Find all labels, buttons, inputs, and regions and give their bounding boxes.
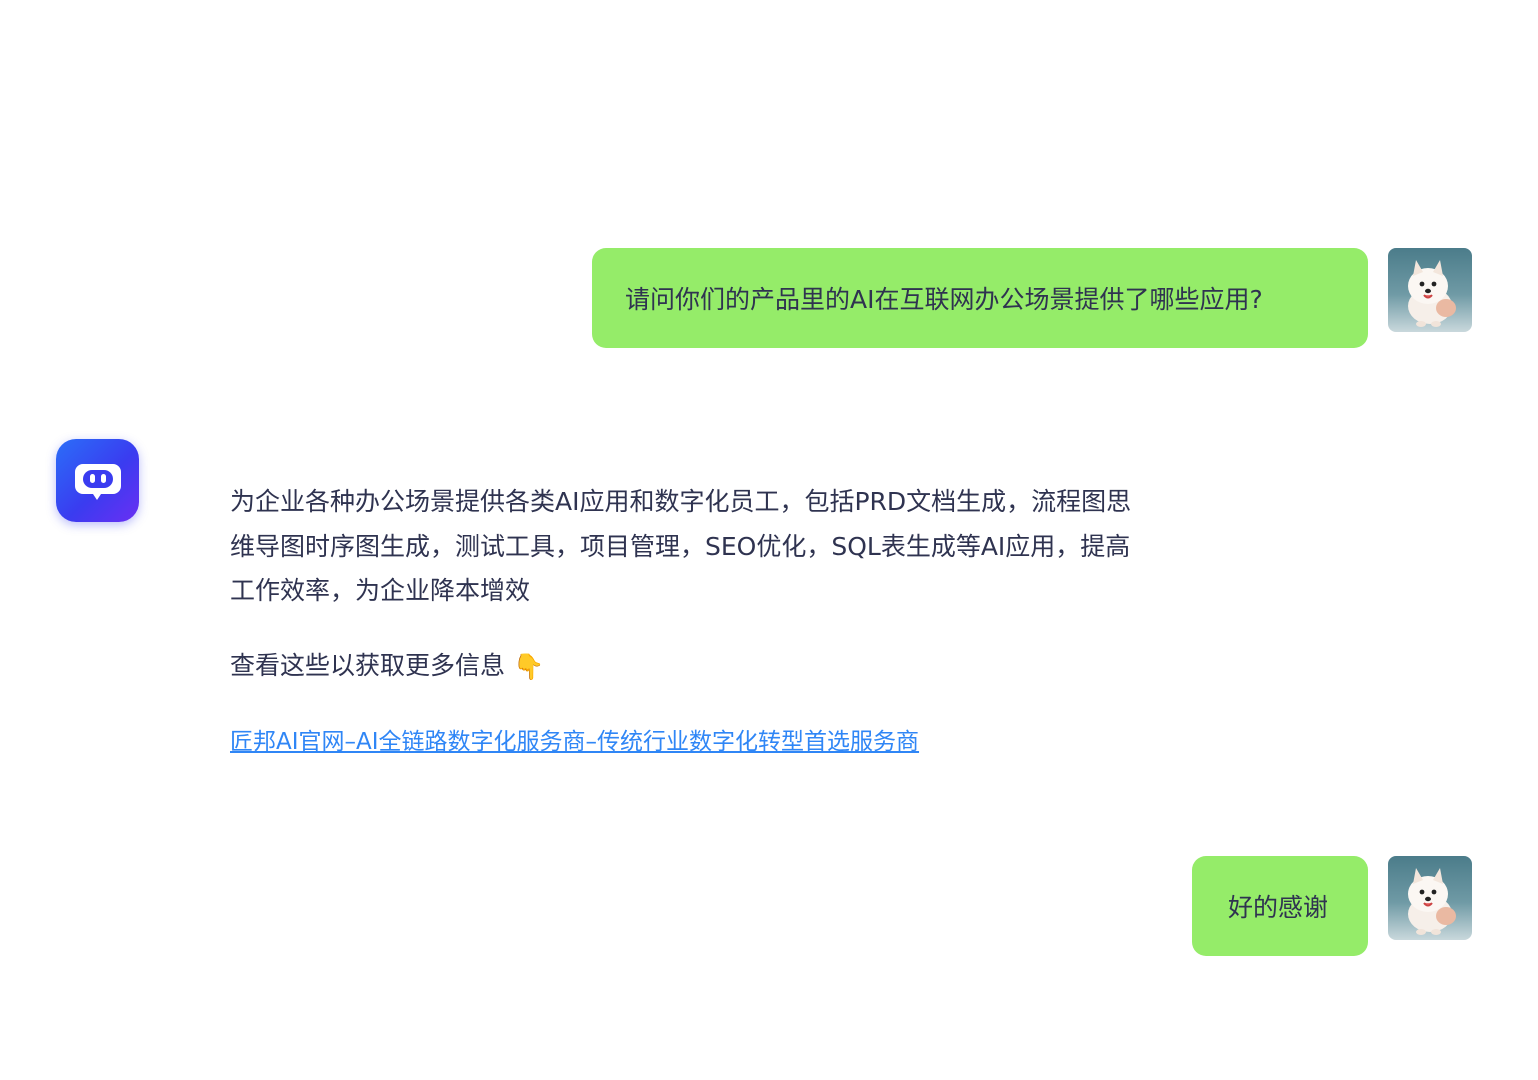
user-message-text: 请问你们的产品里的AI在互联网办公场景提供了哪些应用? <box>625 285 1263 314</box>
bot-message: 为企业各种办公场景提供各类AI应用和数字化员工，包括PRD文档生成，流程图思 维… <box>230 480 1230 755</box>
user-message-bubble: 好的感谢 <box>1192 856 1368 956</box>
website-link[interactable]: 匠邦AI官网–AI全链路数字化服务商–传统行业数字化转型首选服务商 <box>230 725 919 759</box>
bot-answer-line: 工作效率，为企业降本增效 <box>230 576 531 605</box>
samoyed-dog-avatar-icon[interactable] <box>1388 248 1472 332</box>
bot-answer-line: 维导图时序图生成，测试工具，项目管理，SEO优化，SQL表生成等AI应用，提高 <box>230 531 1131 561</box>
bot-hint-text: 查看这些以获取更多信息 <box>230 651 506 680</box>
chat-window: 请问你们的产品里的AI在互联网办公场景提供了哪些应用? 为企业各种办公场景提供各… <box>0 0 1538 1080</box>
samoyed-dog-avatar-icon[interactable] <box>1388 856 1472 940</box>
chat-bot-icon[interactable] <box>56 439 139 522</box>
user-message-bubble: 请问你们的产品里的AI在互联网办公场景提供了哪些应用? <box>592 248 1368 348</box>
pointing-down-hand-icon: 👇 <box>512 652 545 681</box>
bot-answer-line: 为企业各种办公场景提供各类AI应用和数字化员工，包括PRD文档生成，流程图思 <box>230 487 1132 516</box>
bot-hint: 查看这些以获取更多信息 👇 <box>230 648 544 685</box>
bot-answer-paragraph: 为企业各种办公场景提供各类AI应用和数字化员工，包括PRD文档生成，流程图思 维… <box>230 480 1230 614</box>
user-message-text: 好的感谢 <box>1228 893 1329 922</box>
